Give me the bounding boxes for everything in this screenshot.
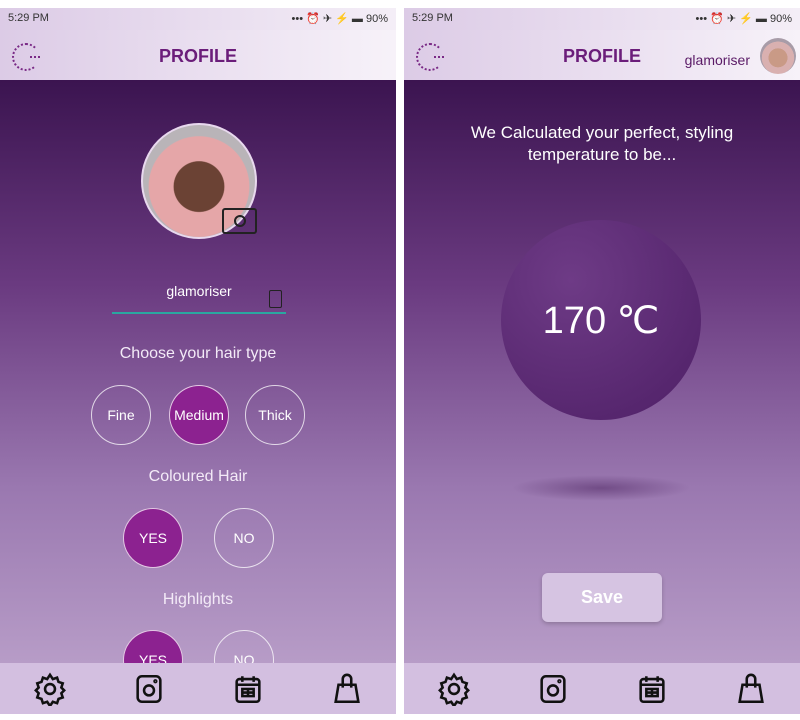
settings-icon[interactable] <box>437 672 471 706</box>
shopping-bag-icon[interactable] <box>330 672 364 706</box>
status-icons: ••• ⏰ ✈ ⚡ ▬ <box>291 13 366 25</box>
calendar-icon[interactable] <box>231 672 265 706</box>
battery-level: 90% <box>769 13 792 25</box>
camera-icon[interactable] <box>536 672 570 706</box>
profile-form: glamoriser Choose your hair type Fine Me… <box>0 80 396 690</box>
coloured-yes-option[interactable]: YES <box>123 508 183 568</box>
page-title: PROFILE <box>158 46 237 66</box>
status-bar: 5:29 PM ••• ⏰ ✈ ⚡ ▬ 90% <box>404 8 800 30</box>
calendar-icon[interactable] <box>635 672 669 706</box>
app-header: PROFILE glamoriser <box>404 30 800 80</box>
header-username: glamoriser <box>684 52 750 68</box>
result-message-line1: We Calculated your perfect, styling <box>470 123 734 142</box>
status-time: 5:29 PM <box>412 12 453 24</box>
temperature-circle: 170 ℃ <box>501 220 701 420</box>
username-field[interactable]: glamoriser <box>112 283 286 314</box>
settings-icon[interactable] <box>33 672 67 706</box>
temperature-value: 170 ℃ <box>542 299 660 342</box>
app-header: PROFILE <box>0 30 396 80</box>
hair-medium-option[interactable]: Medium <box>169 385 229 445</box>
bottom-nav <box>0 663 396 714</box>
header-avatar[interactable] <box>760 38 796 74</box>
shopping-bag-icon[interactable] <box>734 672 768 706</box>
highlights-label: Highlights <box>162 591 234 608</box>
status-icons: ••• ⏰ ✈ ⚡ ▬ <box>695 13 770 25</box>
save-button[interactable]: Save <box>542 573 662 622</box>
status-bar: 5:29 PM ••• ⏰ ✈ ⚡ ▬ 90% <box>0 8 396 30</box>
bottom-nav <box>404 663 800 714</box>
hair-type-label: Choose your hair type <box>119 345 277 362</box>
coloured-hair-label: Coloured Hair <box>148 468 248 485</box>
edit-icon[interactable] <box>269 290 282 308</box>
temperature-result: We Calculated your perfect, styling tempe… <box>404 80 800 663</box>
camera-icon[interactable] <box>132 672 166 706</box>
result-message-line2: temperature to be... <box>527 145 677 164</box>
hair-fine-option[interactable]: Fine <box>91 385 151 445</box>
hair-thick-option[interactable]: Thick <box>245 385 305 445</box>
camera-icon[interactable] <box>222 208 257 234</box>
temperature-screen: 5:29 PM ••• ⏰ ✈ ⚡ ▬ 90% PROFILE glamorise… <box>404 0 800 714</box>
coloured-no-option[interactable]: NO <box>214 508 274 568</box>
profile-screen: 5:29 PM ••• ⏰ ✈ ⚡ ▬ 90% PROFILE glamorise… <box>0 0 396 714</box>
status-time: 5:29 PM <box>8 12 49 24</box>
circle-shadow <box>511 475 691 501</box>
battery-level: 90% <box>365 13 388 25</box>
